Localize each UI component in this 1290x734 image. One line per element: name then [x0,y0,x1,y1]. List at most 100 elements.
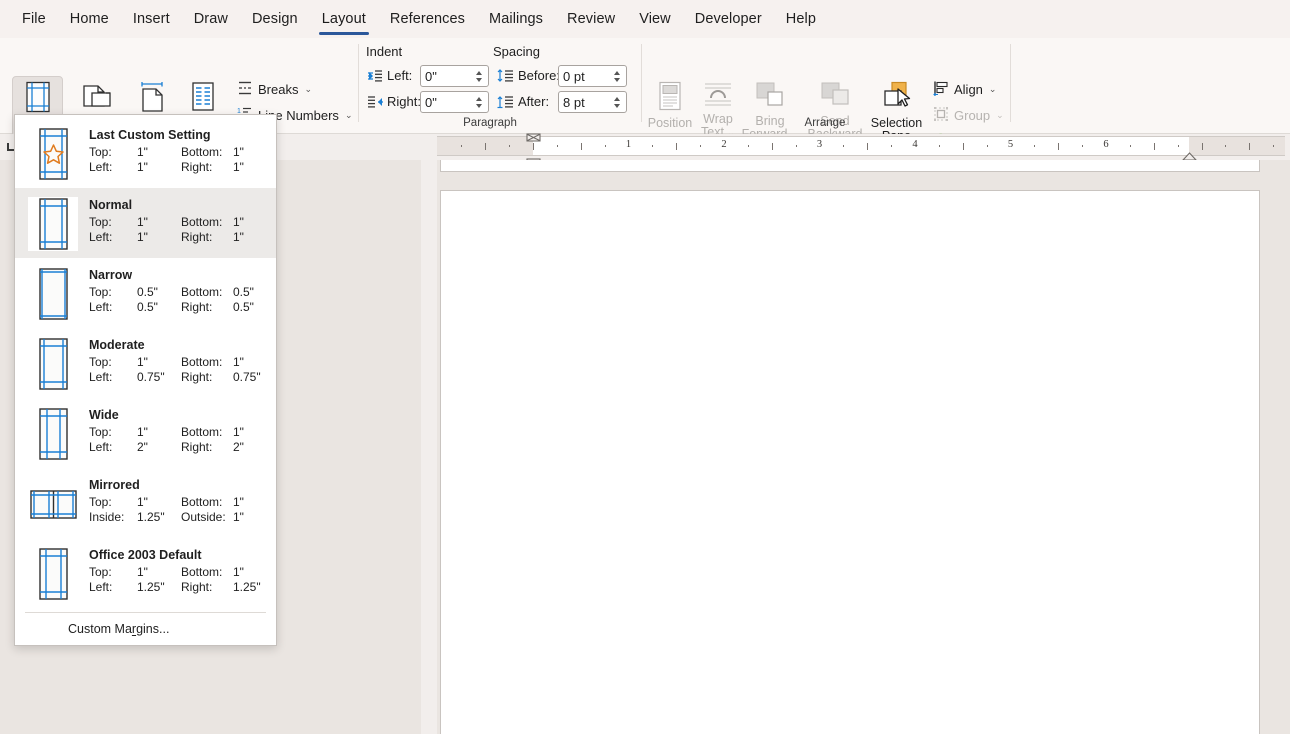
selection-pane-button[interactable]: SelectionPane [869,76,924,143]
orientation-icon [81,81,113,116]
wrap-text-button[interactable]: Wrap Text ⌄ [697,76,739,140]
ruler-tick-minor [700,145,702,147]
ruler-tick-minor [1129,145,1131,147]
margins-menu-item-office-2003-default[interactable]: Office 2003 Default Top: 1" Bottom: 1" L… [15,538,276,608]
ruler-number: 4 [912,139,918,150]
word-window: File Home Insert Draw Design Layout Refe… [0,0,1290,734]
margins-item-title: Normal [89,198,133,212]
margins-thumb-narrow [28,267,78,321]
group-button[interactable]: Group ⌄ [930,104,1007,126]
margins-menu-body: Last Custom Setting Top: 1" Bottom: 1" L… [89,127,268,175]
right-label: Right: [181,440,213,454]
left-value: 1" [137,160,148,174]
margins-item-values: Top: 1" Bottom: 1" Left: 1" Right: 1" [89,215,268,245]
margins-menu-item-normal[interactable]: Normal Top: 1" Bottom: 1" Left: 1" Right… [15,188,276,258]
tab-review[interactable]: Review [555,5,627,34]
tab-home[interactable]: Home [58,5,121,34]
margins-icon [23,81,53,116]
spacing-before-stepper[interactable] [614,67,623,86]
ribbon-tab-bar: File Home Insert Draw Design Layout Refe… [0,0,1290,38]
indent-right-field[interactable] [420,91,489,113]
arrange-group-label: Arrange [804,117,846,129]
tab-file[interactable]: File [10,5,58,34]
right-label: Right: [181,160,213,174]
wrap-text-icon [703,81,733,110]
document-page-current[interactable] [440,190,1260,734]
horizontal-ruler[interactable]: 1 2 3 4 5 6 [437,133,1285,168]
bottom-label: Bottom: [181,145,223,159]
group-icon [933,106,949,125]
ruler-tick-half [1249,143,1251,150]
bring-forward-icon [754,81,786,112]
ruler-number: 3 [816,139,823,150]
position-button[interactable]: Position ⌄ [645,76,695,141]
position-icon [657,81,683,114]
ruler-number: 6 [1103,139,1109,150]
margins-item-title: Wide [89,408,119,422]
ruler-tick-half [1153,143,1155,150]
top-label: Top: [89,145,112,159]
ruler-text-zone [533,136,1189,156]
chevron-down-icon[interactable]: ⌄ [304,84,312,95]
margins-dropdown-menu[interactable]: Last Custom Setting Top: 1" Bottom: 1" L… [14,114,277,646]
margins-thumb-wide [28,407,78,461]
top-label: Top: [89,495,112,509]
indent-right-stepper[interactable] [476,93,485,112]
spacing-after-field[interactable] [558,91,627,113]
bring-forward-button[interactable]: BringForward ⌄ [741,76,799,142]
margins-item-values: Top: 1" Bottom: 1" Left: 1" Right: 1" [89,145,268,175]
tab-developer[interactable]: Developer [683,5,774,34]
ruler-tick-half [580,143,582,150]
ruler-tick-minor [556,145,558,147]
chevron-down-icon[interactable]: ⌄ [996,110,1004,121]
top-label: Top: [89,285,112,299]
tab-help[interactable]: Help [774,5,828,34]
inside-value: 1.25" [137,510,165,524]
tab-design[interactable]: Design [240,5,310,34]
margins-menu-item-narrow[interactable]: Narrow Top: 0.5" Bottom: 0.5" Left: 0.5"… [15,258,276,328]
spacing-before-field[interactable] [558,65,627,87]
right-label: Right: [181,370,213,384]
right-label: Right: [181,230,213,244]
chevron-down-icon[interactable]: ⌄ [989,84,997,95]
left-value: 1.25" [137,580,165,594]
first-line-indent-marker[interactable] [526,129,541,147]
right-label: Right: [181,300,213,314]
tab-references[interactable]: References [378,5,477,34]
bottom-label: Bottom: [181,565,223,579]
margins-menu-item-moderate[interactable]: Moderate Top: 1" Bottom: 1" Left: 0.75" … [15,328,276,398]
chevron-down-icon[interactable]: ⌄ [345,110,353,121]
indent-right-icon [368,95,383,114]
top-label: Top: [89,355,112,369]
ruler-tick-minor [747,145,749,147]
bottom-label: Bottom: [181,495,223,509]
bottom-label: Bottom: [181,285,223,299]
indent-left-stepper[interactable] [476,67,485,86]
tab-layout[interactable]: Layout [310,5,378,35]
spacing-after-stepper[interactable] [614,93,623,112]
tab-insert[interactable]: Insert [121,5,182,34]
ruler-tick-minor [461,145,463,147]
document-page-previous[interactable] [440,160,1260,172]
indent-left-field[interactable] [420,65,489,87]
vertical-ruler[interactable] [421,160,437,734]
margins-menu-body: Moderate Top: 1" Bottom: 1" Left: 0.75" … [89,337,268,385]
left-label: Left: [89,300,113,314]
tab-view[interactable]: View [627,5,683,34]
bottom-value: 1" [233,495,244,509]
left-value: 2" [137,440,148,454]
top-label: Top: [89,215,112,229]
margins-menu-item-mirrored[interactable]: Mirrored Top: 1" Bottom: 1" Inside: 1.25… [15,468,276,538]
tab-draw[interactable]: Draw [182,5,240,34]
margins-menu-item-last-custom-setting[interactable]: Last Custom Setting Top: 1" Bottom: 1" L… [15,118,276,188]
spacing-after-icon [497,95,514,114]
ruler-tick-minor [938,145,940,147]
tab-mailings[interactable]: Mailings [477,5,555,34]
breaks-button[interactable]: Breaks ⌄ [234,78,315,100]
spacing-after-label: After: [518,94,550,109]
custom-margins-menu-item[interactable]: Custom Ma r gins... [15,613,276,645]
right-value: 0.5" [233,300,254,314]
align-button[interactable]: Align ⌄ [930,78,999,100]
right-value: 1" [233,230,244,244]
margins-menu-item-wide[interactable]: Wide Top: 1" Bottom: 1" Left: 2" Right: … [15,398,276,468]
